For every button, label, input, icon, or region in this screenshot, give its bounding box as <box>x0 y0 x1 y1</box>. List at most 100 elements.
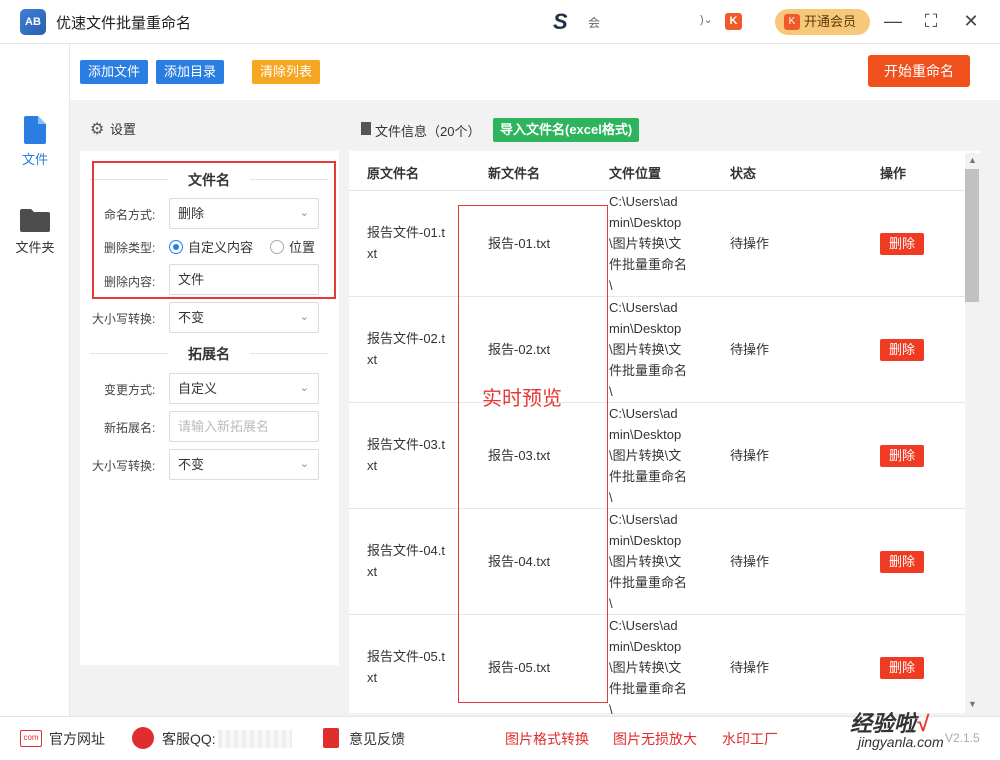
original-name-line: 报告文件-02.t <box>367 331 446 346</box>
add-file-button[interactable]: 添加文件 <box>80 60 149 84</box>
vip-button[interactable]: K 开通会员 <box>775 9 870 35</box>
location-line: \图片转换\文 <box>609 448 682 463</box>
scroll-down-icon[interactable]: ▼ <box>968 699 977 709</box>
qq-label: 客服QQ: <box>162 731 216 747</box>
app-title: 优速文件批量重命名 <box>56 15 192 32</box>
status-cell: 待操作 <box>730 554 770 569</box>
watermark-url: jingyanla.com <box>858 734 944 750</box>
vip-button-label: 开通会员 <box>804 14 857 29</box>
location-line: C:\Users\ad <box>609 618 678 633</box>
version-label: V2.1.5 <box>945 731 980 745</box>
location-cell: C:\Users\ad min\Desktop \图片转换\文 件批量重命名 \ <box>609 191 687 296</box>
original-name-line: xt <box>367 670 378 685</box>
delete-row-button[interactable]: 删除 <box>880 657 924 679</box>
preview-annotation: 实时预览 <box>482 388 562 410</box>
watermark-factory-link[interactable]: 水印工厂 <box>722 729 778 749</box>
start-rename-button[interactable]: 开始重命名 <box>868 55 970 87</box>
case-conversion-value: 不变 <box>178 310 205 325</box>
location-line: min\Desktop <box>609 639 682 654</box>
folder-icon <box>20 209 50 232</box>
original-name-cell: 报告文件-04.t xt <box>367 540 445 582</box>
location-cell: C:\Users\ad min\Desktop \图片转换\文 件批量重命名 \ <box>609 615 687 720</box>
table-row[interactable]: 报告文件-02.t xt 报告-02.txt C:\Users\ad min\Deskt… <box>349 297 965 403</box>
location-line: 件批量重命名 <box>609 469 688 484</box>
minimize-button[interactable]: — <box>882 10 904 32</box>
scroll-up-icon[interactable]: ▲ <box>968 155 977 165</box>
chevron-down-icon: ⌄ <box>299 382 309 394</box>
new-extension-input[interactable]: 请输入新拓展名 <box>169 411 319 442</box>
original-name-cell: 报告文件-01.t xt <box>367 222 445 264</box>
scrollbar[interactable]: ▲ ▼ <box>965 153 980 713</box>
change-method-select[interactable]: 自定义 ⌄ <box>169 373 319 404</box>
original-name-line: 报告文件-05.t <box>367 649 446 664</box>
nav-item-folder[interactable]: 文件夹 <box>0 208 70 256</box>
nav-item-label: 文件夹 <box>15 240 55 255</box>
location-line: \图片转换\文 <box>609 660 682 675</box>
status-cell: 待操作 <box>730 236 770 251</box>
maximize-button[interactable]: ⛶ <box>920 10 942 32</box>
clear-list-button[interactable]: 清除列表 <box>252 60 321 84</box>
extension-case-select[interactable]: 不变 ⌄ <box>169 449 319 480</box>
original-name-line: 报告文件-03.t <box>367 437 446 452</box>
location-line: 件批量重命名 <box>609 575 688 590</box>
user-name[interactable]: 会 <box>588 14 600 31</box>
original-name-line: 报告文件-04.t <box>367 543 446 558</box>
file-list-header: 文件信息（20个） 导入文件名(excel格式) <box>349 108 980 151</box>
column-header-status: 状态 <box>730 166 757 181</box>
nav-item-file[interactable]: 文件 <box>0 116 70 168</box>
file-icon <box>24 116 46 144</box>
image-enlarge-link[interactable]: 图片无损放大 <box>613 729 697 749</box>
location-line: \ <box>609 278 613 293</box>
file-list-title: 文件信息（20个） <box>375 124 481 139</box>
customer-service-icon <box>132 727 154 749</box>
watermark-main: 经验啦 <box>850 711 917 736</box>
new-extension-label: 新拓展名: <box>104 421 156 435</box>
location-line: min\Desktop <box>609 215 682 230</box>
app-logo-icon: AB <box>20 9 46 35</box>
change-method-value: 自定义 <box>178 381 218 396</box>
brand-badge-icon: K <box>725 13 742 30</box>
close-button[interactable]: ✕ <box>960 10 982 32</box>
toolbar: 添加文件 添加目录 清除列表 开始重命名 <box>70 44 1000 100</box>
delete-row-button[interactable]: 删除 <box>880 339 924 361</box>
original-name-cell: 报告文件-03.t xt <box>367 434 445 476</box>
case-conversion-select[interactable]: 不变 ⌄ <box>169 302 319 333</box>
document-icon <box>361 122 371 135</box>
location-line: \图片转换\文 <box>609 554 682 569</box>
original-name-cell: 报告文件-02.t xt <box>367 328 445 370</box>
location-cell: C:\Users\ad min\Desktop \图片转换\文 件批量重命名 \ <box>609 509 687 614</box>
location-line: C:\Users\ad <box>609 512 678 527</box>
location-line: min\Desktop <box>609 427 682 442</box>
feedback-icon <box>323 728 339 748</box>
column-header-new: 新文件名 <box>488 166 541 181</box>
feedback-link[interactable]: 意见反馈 <box>349 729 405 749</box>
import-excel-button[interactable]: 导入文件名(excel格式) <box>493 118 640 142</box>
original-name-line: xt <box>367 458 378 473</box>
column-header-action: 操作 <box>880 166 907 181</box>
original-name-cell: 报告文件-05.t xt <box>367 646 445 688</box>
location-line: min\Desktop <box>609 533 682 548</box>
location-line: \图片转换\文 <box>609 236 682 251</box>
nav-item-label: 文件 <box>21 152 48 167</box>
delete-row-button[interactable]: 删除 <box>880 445 924 467</box>
table-row[interactable]: 报告文件-01.t xt 报告-01.txt C:\Users\ad min\Deskt… <box>349 191 965 297</box>
delete-row-button[interactable]: 删除 <box>880 233 924 255</box>
table-row[interactable]: 报告文件-04.t xt 报告-04.txt C:\Users\ad min\Deskt… <box>349 509 965 615</box>
add-directory-button[interactable]: 添加目录 <box>156 60 225 84</box>
column-header-original: 原文件名 <box>367 166 420 181</box>
settings-header: ⚙ 设置 <box>80 108 339 151</box>
location-line: \ <box>609 384 613 399</box>
user-menu-chevron-icon[interactable]: )⌄ <box>700 13 713 26</box>
delete-row-button[interactable]: 删除 <box>880 551 924 573</box>
extension-section-title: 拓展名 <box>90 344 328 364</box>
location-line: C:\Users\ad <box>609 300 678 315</box>
website-link[interactable]: 官方网址 <box>49 729 105 749</box>
location-line: min\Desktop <box>609 321 682 336</box>
scrollbar-thumb[interactable] <box>965 169 979 302</box>
location-cell: C:\Users\ad min\Desktop \图片转换\文 件批量重命名 \ <box>609 297 687 402</box>
file-list-panel: 文件信息（20个） 导入文件名(excel格式) 原文件名 新文件名 文件位置 … <box>349 108 980 721</box>
original-name-line: xt <box>367 352 378 367</box>
table-row[interactable]: 报告文件-03.t xt 报告-03.txt C:\Users\ad min\Deskt… <box>349 403 965 509</box>
settings-title: 设置 <box>110 122 137 137</box>
image-format-convert-link[interactable]: 图片格式转换 <box>505 729 589 749</box>
